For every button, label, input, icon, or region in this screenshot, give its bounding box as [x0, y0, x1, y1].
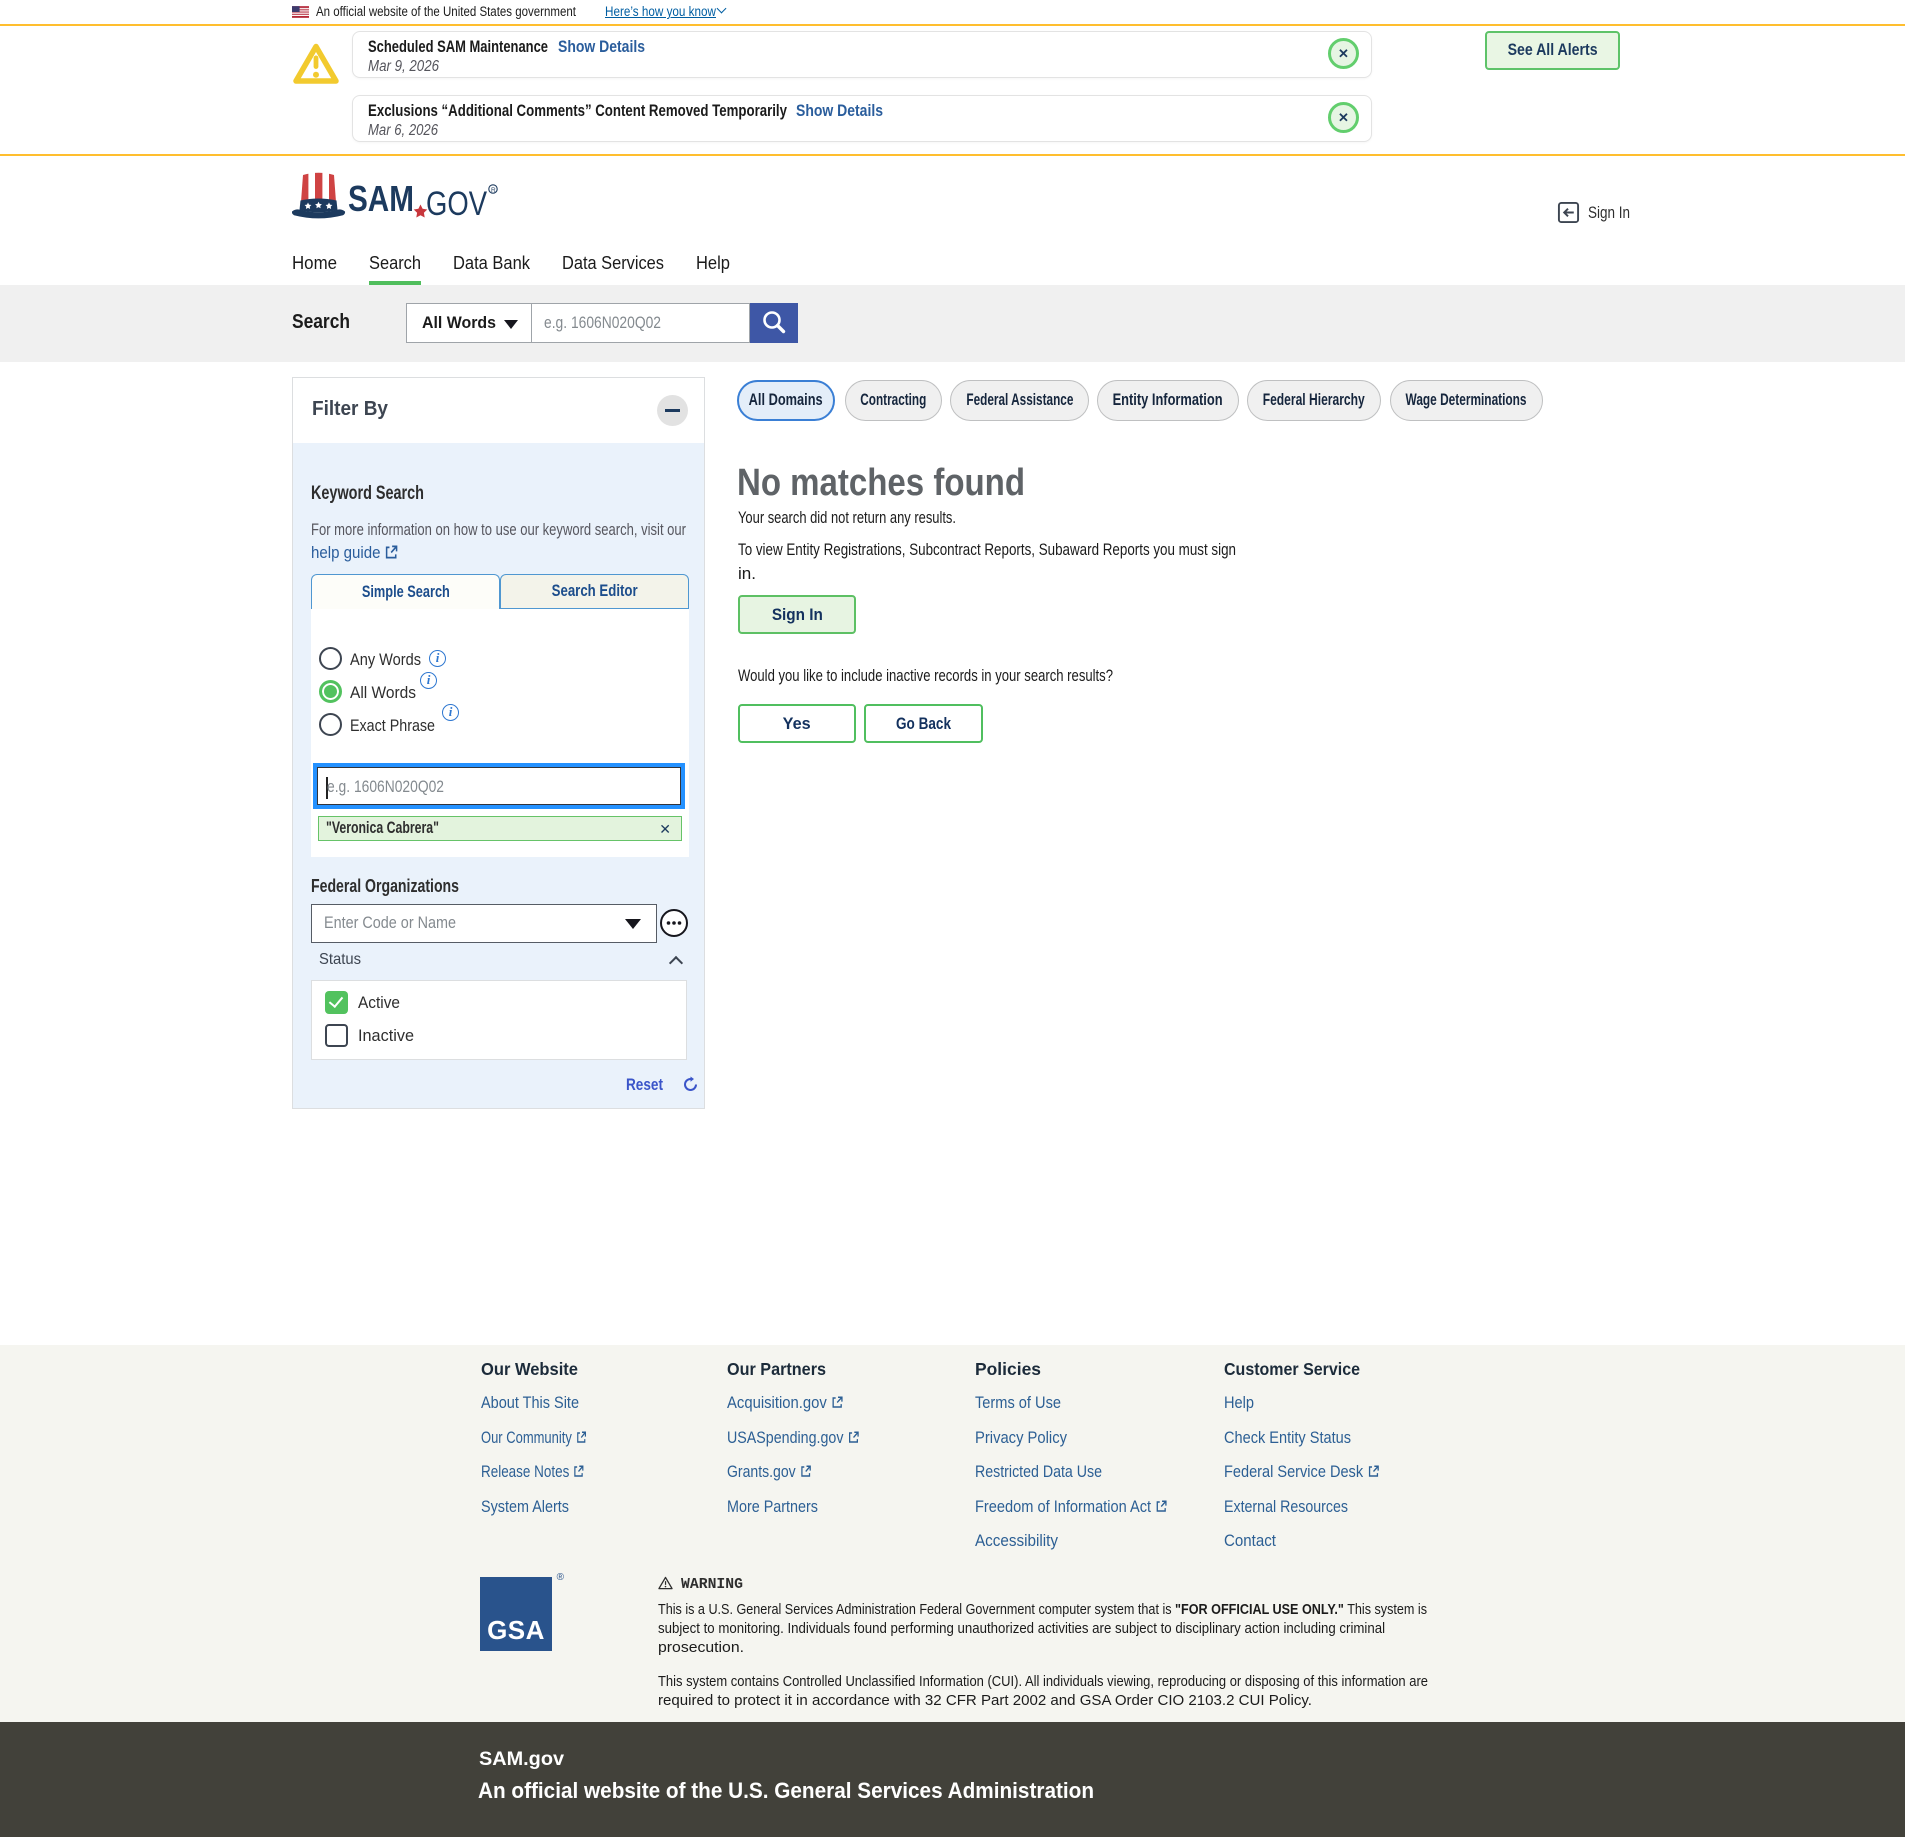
svg-text:R: R: [491, 187, 496, 194]
svg-text:SAM: SAM: [348, 178, 414, 219]
svg-text:GOV: GOV: [426, 185, 487, 222]
